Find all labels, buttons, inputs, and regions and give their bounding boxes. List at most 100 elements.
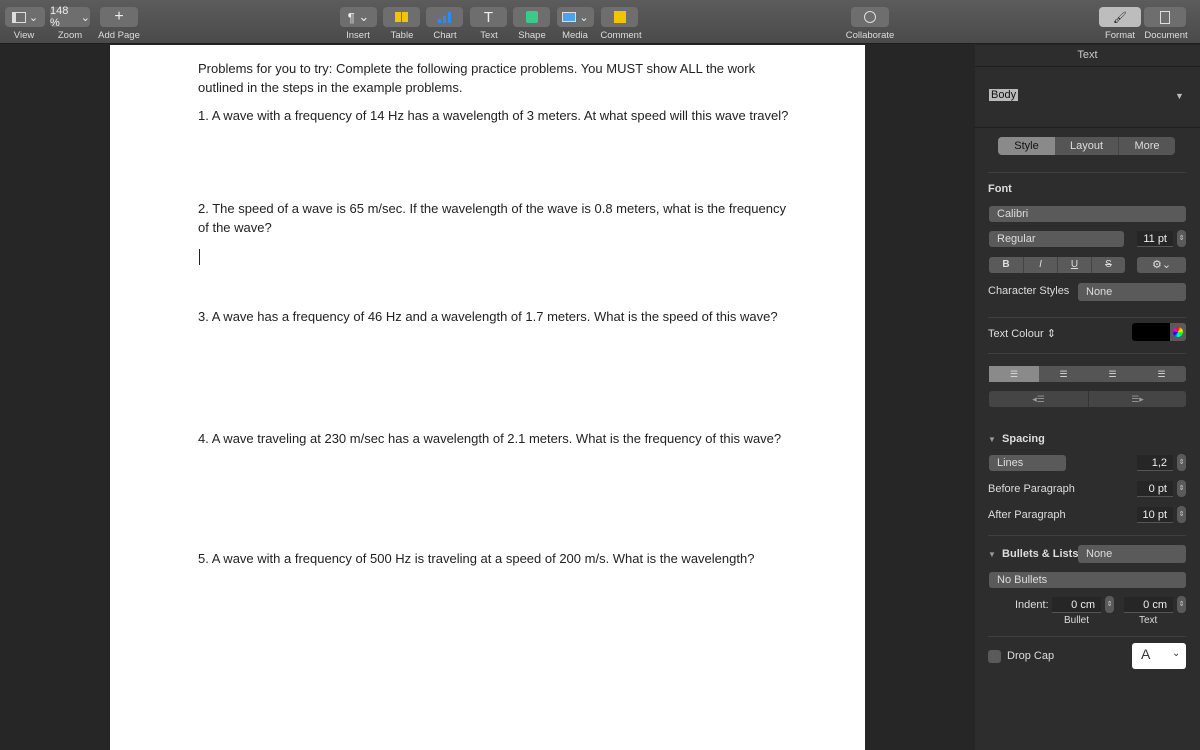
font-label: Font [988,183,1012,195]
zoom-value: 148 % [50,5,69,29]
indent-text-stepper[interactable]: ⇕ [1177,596,1186,613]
chart-label: Chart [433,30,457,41]
bullets-section[interactable]: ▼ Bullets & Lists [988,548,1078,560]
document-icon [1160,10,1170,24]
format-button[interactable]: 🖌 [1099,7,1141,27]
text-colour-label[interactable]: Text Colour ⇕ [988,327,1056,340]
before-paragraph-field[interactable]: 0 pt [1137,481,1173,497]
text-label: Text [480,30,498,41]
tab-layout[interactable]: Layout [1055,137,1119,155]
sidebar-layout-icon [11,11,26,23]
drop-cap-style-select[interactable]: A ⌄ [1132,643,1186,669]
table-label: Table [390,30,414,41]
font-size-field[interactable]: 11 pt [1137,231,1173,247]
text-colour-swatch[interactable] [1132,323,1170,341]
after-paragraph-stepper[interactable]: ⇕ [1177,506,1186,523]
character-styles-label: Character Styles [988,285,1070,297]
text-cursor [199,249,200,265]
collaborate-button[interactable] [851,7,889,27]
collaborate-label: Collaborate [845,30,895,41]
problem-1: 1. A wave with a frequency of 14 Hz has … [198,108,789,123]
media-icon [562,12,577,22]
document-button[interactable] [1144,7,1186,27]
shape-icon [525,11,538,23]
indent-buttons: ◂☰ ☰▸ [989,391,1186,407]
alignment-buttons: ☰ ☰ ☰ ☰ [989,366,1186,382]
gear-icon: ⚙⌄ [1151,259,1172,271]
shape-button[interactable] [513,7,550,27]
media-button[interactable]: ⌄ [557,7,594,27]
align-center-button[interactable]: ☰ [1039,366,1088,382]
indent-bullet-label: Bullet [1064,615,1090,626]
align-left-button[interactable]: ☰ [989,366,1039,382]
decrease-indent-button[interactable]: ◂☰ [989,391,1088,407]
drop-cap-icon: A [1141,646,1151,662]
add-page-button[interactable]: + [100,7,138,27]
italic-button[interactable]: I [1023,257,1057,273]
colour-wheel-button[interactable] [1170,323,1186,341]
table-button[interactable] [383,7,420,27]
text-button[interactable]: T [470,7,507,27]
indent-text-label: Text [1139,615,1158,626]
text-format-buttons: B I U S [989,257,1125,273]
underline-button[interactable]: U [1057,257,1091,273]
character-styles-select[interactable]: None [1078,283,1186,301]
toolbar: ⌄ View 148 % ⌄ Zoom + Add Page ¶ ⌄ Insert… [0,0,1200,44]
view-label: View [13,30,35,41]
font-size-stepper[interactable]: ⇕ [1177,230,1186,247]
problem-2: 2. The speed of a wave is 65 m/sec. If t… [198,201,786,235]
problem-4: 4. A wave traveling at 230 m/sec has a w… [198,431,782,446]
comment-button[interactable] [601,7,638,27]
after-paragraph-label: After Paragraph [988,509,1066,521]
shape-label: Shape [518,30,546,41]
media-label: Media [562,30,588,41]
paragraph-style[interactable]: Body [989,89,1019,101]
add-page-label: Add Page [98,30,140,41]
drop-cap-label: Drop Cap [1007,650,1055,662]
bold-button[interactable]: B [989,257,1023,273]
font-weight-select[interactable]: Regular [989,231,1124,247]
zoom-select[interactable]: 148 % ⌄ [50,5,90,29]
comment-label: Comment [600,30,642,41]
problem-5: 5. A wave with a frequency of 500 Hz is … [198,551,755,566]
problem-3: 3. A wave has a frequency of 46 Hz and a… [198,309,778,324]
plus-icon: + [114,8,124,25]
colour-wheel-icon [1173,327,1183,337]
font-family-select[interactable]: Calibri [989,206,1186,222]
view-button[interactable]: ⌄ [5,7,45,27]
indent-bullet-field[interactable]: 0 cm [1052,597,1101,613]
inspector-tabs: Style Layout More [998,137,1175,155]
justify-button[interactable]: ☰ [1137,366,1186,382]
spacing-section[interactable]: ▼ Spacing [988,433,1045,445]
add-person-icon [864,11,876,23]
comment-icon [613,11,626,23]
drop-cap-checkbox[interactable] [988,650,1001,663]
after-paragraph-field[interactable]: 10 pt [1137,507,1173,523]
line-spacing-stepper[interactable]: ⇕ [1177,454,1186,471]
tab-style[interactable]: Style [998,137,1055,155]
bullets-select[interactable]: None [1078,545,1186,563]
tab-more[interactable]: More [1119,137,1175,155]
align-right-button[interactable]: ☰ [1088,366,1137,382]
document-page[interactable]: Problems for you to try: Complete the fo… [110,45,865,750]
sidebar-header: Text [1077,49,1098,61]
chart-button[interactable] [426,7,463,27]
indent-bullet-stepper[interactable]: ⇕ [1105,596,1114,613]
insert-button[interactable]: ¶ ⌄ [340,7,377,27]
line-spacing-field[interactable]: 1,2 [1137,455,1173,471]
pilcrow-icon: ¶ [347,9,355,25]
advanced-options-button[interactable]: ⚙⌄ [1137,257,1186,273]
intro-paragraph: Problems for you to try: Complete the fo… [198,61,756,95]
increase-indent-button[interactable]: ☰▸ [1088,391,1186,407]
spacing-mode-select[interactable]: Lines [989,455,1066,471]
table-icon [395,12,408,22]
before-paragraph-stepper[interactable]: ⇕ [1177,480,1186,497]
paragraph-style-dropdown-icon[interactable]: ▼ [1175,91,1184,101]
paintbrush-icon: 🖌 [1113,11,1127,24]
insert-label: Insert [346,30,370,41]
bullet-style-select[interactable]: No Bullets [989,572,1186,588]
zoom-label: Zoom [57,30,83,41]
strikethrough-button[interactable]: S [1091,257,1125,273]
indent-text-field[interactable]: 0 cm [1124,597,1173,613]
chart-icon [437,12,451,23]
